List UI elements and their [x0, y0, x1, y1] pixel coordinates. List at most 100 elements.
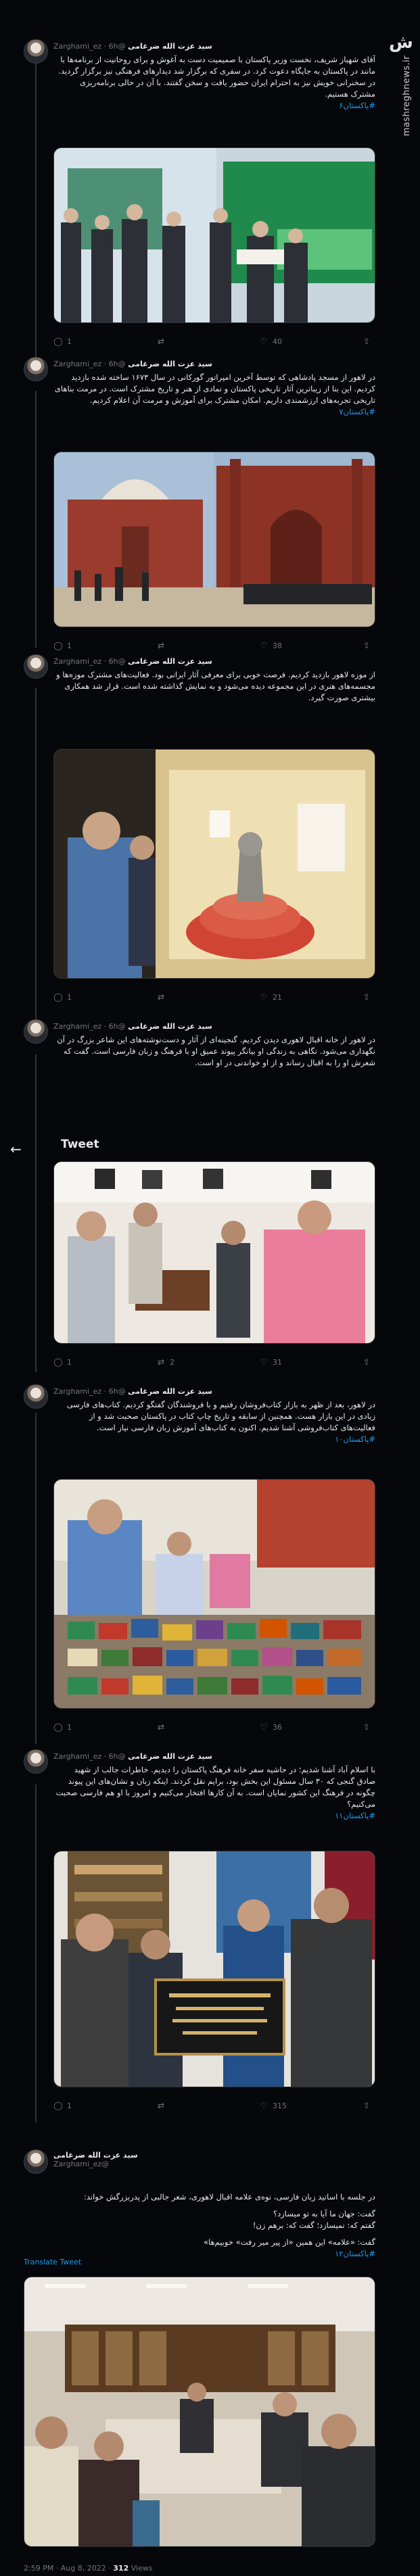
hashtag[interactable]: #پاکستان۷ — [339, 407, 375, 416]
translate-tweet-link[interactable]: Translate Tweet — [24, 2258, 81, 2266]
tweet[interactable]: سید عزت الله ضرغامی @Zarghami_ez · 6h از… — [24, 654, 375, 1006]
reply-icon: ◯ — [53, 992, 63, 1002]
tweet-text-line: گفتم که: نمیسازد؛ گفت که: برهم زن! — [252, 2220, 375, 2230]
tweet[interactable]: سید عزت الله ضرغامی @Zarghami_ez · 6h در… — [24, 1019, 375, 1371]
tweet-text-content: در لاهور، بعد از ظهر به بازار کتاب‌فروشا… — [66, 1400, 375, 1432]
tweet-media[interactable] — [53, 1479, 375, 1709]
tweet-text-content: با اسلام آباد آشنا شدیم؛ در حاشیه سفر خا… — [55, 1765, 375, 1809]
reply-count: 1 — [67, 992, 72, 1002]
tweet-actions: ◯ 1 ⇄ ♡ 40 ⇪ — [53, 335, 375, 347]
share-button[interactable]: ⇪ — [362, 991, 375, 1003]
tweet-text: آقای شهباز شریف، نخست وزیر پاکستان با صم… — [53, 54, 375, 135]
tweet-media[interactable] — [24, 2277, 375, 2547]
retweet-icon: ⇄ — [157, 337, 165, 346]
reply-button[interactable]: ◯ 1 — [53, 1356, 121, 1368]
avatar[interactable] — [24, 1019, 48, 1044]
avatar[interactable] — [24, 1384, 48, 1409]
reply-button[interactable]: ◯ 1 — [53, 335, 121, 347]
author-name[interactable]: سید عزت الله ضرغامی — [128, 42, 212, 51]
tweet-media[interactable] — [53, 1161, 375, 1344]
avatar[interactable] — [24, 39, 48, 64]
like-button[interactable]: ♡ 40 — [259, 335, 327, 347]
tweet-text-line: گفت: جهان ما آیا به تو میسازد؟ — [273, 2209, 375, 2218]
author-name[interactable]: سید عزت الله ضرغامی — [128, 1752, 212, 1761]
avatar[interactable] — [24, 2149, 48, 2174]
author-name[interactable]: سید عزت الله ضرغامی — [53, 2151, 375, 2160]
author-name[interactable]: سید عزت الله ضرغامی — [128, 1022, 212, 1031]
retweet-icon: ⇄ — [157, 1357, 165, 1367]
tweet-media[interactable] — [53, 147, 375, 323]
share-button[interactable]: ⇪ — [362, 1356, 375, 1368]
tweet-actions: ◯ 1 ⇄ ♡ 21 ⇪ — [53, 991, 375, 1003]
hashtag[interactable]: #پاکستان۱۱ — [335, 1811, 375, 1820]
retweet-button[interactable]: ⇄ — [156, 639, 224, 652]
tweet-header: سید عزت الله ضرغامی @Zarghami_ez — [53, 2151, 375, 2168]
heart-icon: ♡ — [260, 337, 268, 346]
like-button[interactable]: ♡ 315 — [259, 2099, 327, 2112]
author-name[interactable]: سید عزت الله ضرغامی — [128, 657, 212, 666]
author-name[interactable]: سید عزت الله ضرغامی — [128, 360, 212, 368]
photo-iqbal-house — [54, 1162, 375, 1343]
tweet-text: در لاهور، بعد از ظهر به بازار کتاب‌فروشا… — [53, 1399, 375, 1480]
avatar[interactable] — [24, 1749, 48, 1774]
like-button[interactable]: ♡ 31 — [259, 1356, 327, 1368]
reply-icon: ◯ — [53, 1357, 63, 1367]
reply-count: 1 — [67, 641, 72, 650]
retweet-button[interactable]: ⇄ — [156, 335, 224, 347]
reply-button[interactable]: ◯ 1 — [53, 1721, 121, 1733]
like-count: 315 — [273, 2101, 287, 2110]
tweet-text: از موزه لاهور بازدید کردیم. فرصت خوبی بر… — [53, 669, 375, 737]
tweet[interactable]: سید عزت الله ضرغامی @Zarghami_ez · 6h در… — [24, 357, 375, 668]
tweet-header: سید عزت الله ضرغامی @Zarghami_ez · 6h — [53, 360, 212, 368]
reply-count: 1 — [67, 2101, 72, 2110]
reply-button[interactable]: ◯ 1 — [53, 2099, 121, 2112]
like-button[interactable]: ♡ 38 — [259, 639, 327, 652]
tweet[interactable]: سید عزت الله ضرغامی @Zarghami_ez · 6h آق… — [24, 39, 375, 350]
tweet-timestamp: 2:59 PM · Aug 8, 2022 · 312 Views — [24, 2564, 153, 2573]
focused-tweet[interactable]: سید عزت الله ضرغامی @Zarghami_ez در جلسه… — [24, 2149, 375, 2555]
like-count: 31 — [273, 1357, 282, 1367]
author-name[interactable]: سید عزت الله ضرغامی — [128, 1387, 212, 1396]
tweet-media[interactable] — [53, 1851, 375, 2087]
share-button[interactable]: ⇪ — [362, 335, 375, 347]
hashtag[interactable]: #پاکستان۶ — [339, 101, 375, 110]
reply-button[interactable]: ◯ 1 — [53, 639, 121, 652]
reply-button[interactable]: ◯ 1 — [53, 991, 121, 1003]
tweet[interactable]: سید عزت الله ضرغامی @Zarghami_ez · 6h در… — [24, 1384, 375, 1736]
tweet-header: سید عزت الله ضرغامی @Zarghami_ez · 6h — [53, 1752, 212, 1761]
back-arrow-icon[interactable]: ← — [10, 1141, 22, 1157]
photo-museum — [54, 750, 375, 978]
like-button[interactable]: ♡ 21 — [259, 991, 327, 1003]
share-button[interactable]: ⇪ — [362, 1721, 375, 1733]
photo-meeting — [24, 2277, 375, 2546]
share-icon: ⇪ — [363, 641, 371, 650]
tweet-text: در لاهور از مسجد پادشاهی که توسط آخرین ا… — [53, 372, 375, 453]
avatar[interactable] — [24, 357, 48, 381]
tweet-text-line: گفت: «علامه» این همین «از پیر میر رفت» خ… — [203, 2237, 375, 2247]
like-count: 38 — [273, 641, 282, 650]
tweet-time: 6h — [108, 657, 118, 666]
tweet-time: 6h — [108, 360, 118, 368]
tweet[interactable]: سید عزت الله ضرغامی @Zarghami_ez · 6h با… — [24, 1749, 375, 2114]
tweet-text: در لاهور از خانه اقبال لاهوری دیدن کردیم… — [53, 1034, 375, 1102]
tweet-header: سید عزت الله ضرغامی @Zarghami_ez · 6h — [53, 657, 212, 666]
share-button[interactable]: ⇪ — [362, 2099, 375, 2112]
tweet-media[interactable] — [53, 452, 375, 627]
share-button[interactable]: ⇪ — [362, 639, 375, 652]
photo-plaque — [54, 1851, 375, 2087]
share-icon: ⇪ — [363, 1357, 371, 1367]
like-button[interactable]: ♡ 36 — [259, 1721, 327, 1733]
retweet-button[interactable]: ⇄ — [156, 2099, 224, 2112]
reply-count: 1 — [67, 337, 72, 346]
reply-icon: ◯ — [53, 1722, 63, 1732]
tweet-text-line: در جلسه با اساتید زبان فارسی، نوه‌ی علام… — [83, 2192, 375, 2202]
retweet-button[interactable]: ⇄ — [156, 991, 224, 1003]
avatar[interactable] — [24, 654, 48, 679]
brand-watermark: mashreghnews.ir — [402, 55, 412, 137]
views-label: Views — [131, 2564, 153, 2573]
retweet-button[interactable]: ⇄ — [156, 1721, 224, 1733]
photo-mosque — [54, 452, 375, 627]
tweet-media[interactable] — [53, 749, 375, 979]
retweet-button[interactable]: ⇄ 2 — [156, 1356, 224, 1368]
hashtag[interactable]: #پاکستان۱۰ — [335, 1434, 375, 1444]
